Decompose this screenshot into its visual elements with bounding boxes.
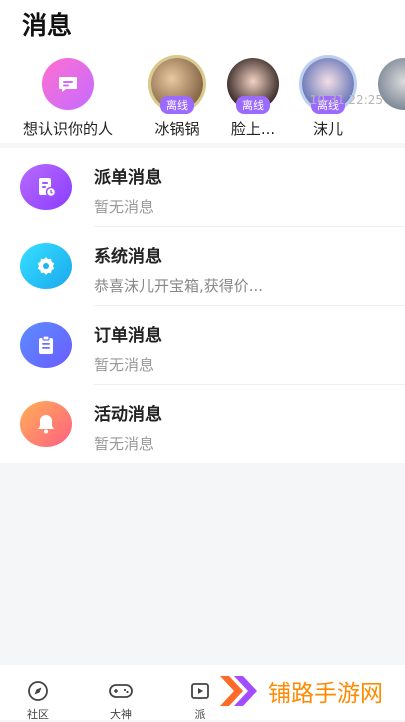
nav-item-gods[interactable]: 大神: [108, 679, 134, 722]
chat-bubble-icon: [42, 58, 94, 110]
people-item-want-to-know[interactable]: 想认识你的人: [14, 58, 122, 139]
nav-item-community[interactable]: 社区: [26, 679, 50, 722]
message-preview: 暂无消息: [94, 356, 155, 374]
message-preview: 暂无消息: [94, 198, 155, 216]
message-title: 活动消息: [94, 405, 162, 425]
message-preview: 暂无消息: [94, 435, 155, 453]
message-row-system[interactable]: 系统消息 恭喜沫儿开宝箱,获得价...: [0, 227, 405, 305]
page-title: 消息: [22, 11, 73, 40]
people-name: 冰锅锅: [154, 120, 200, 138]
message-title: 订单消息: [94, 326, 162, 346]
gamepad-icon: [109, 684, 133, 698]
nav-item-dispatch[interactable]: 派: [188, 679, 212, 722]
message-row-activity[interactable]: 活动消息 暂无消息: [0, 385, 405, 463]
dispatch-icon: [191, 683, 209, 699]
avatar: 离线: [151, 58, 203, 114]
people-item-user[interactable]: 离线 冰锅锅: [151, 58, 203, 139]
people-name: 沫儿: [312, 120, 343, 138]
people-name: 想认识你的人: [22, 120, 113, 138]
watermark: 铺路手游网: [218, 672, 383, 710]
bell-icon: [20, 401, 72, 447]
compass-icon: [28, 681, 48, 701]
offline-badge: 离线: [160, 96, 194, 114]
message-row-order[interactable]: 订单消息 暂无消息: [0, 306, 405, 384]
message-row-dispatch[interactable]: 派单消息 暂无消息: [0, 148, 405, 226]
clipboard-icon: [20, 322, 72, 368]
avatar: 离线: [227, 58, 279, 114]
document-clock-icon: [20, 164, 72, 210]
header-area: 消息 想认识你的人 离线 冰锅锅 离线 脸上... 离线 沫儿: [0, 0, 405, 143]
watermark-logo-icon: [220, 676, 257, 706]
message-title: 系统消息: [94, 247, 162, 267]
people-name: 脸上...: [230, 120, 276, 138]
message-preview: 恭喜沫儿开宝箱,获得价...: [94, 277, 264, 295]
message-title: 派单消息: [94, 168, 162, 188]
gear-icon: [20, 243, 72, 289]
message-time: 10-31 22:25: [309, 93, 383, 107]
offline-badge: 离线: [236, 96, 270, 114]
people-item-user[interactable]: 离线 脸上...: [227, 58, 279, 139]
message-list: 派单消息 暂无消息 系统消息 恭喜沫儿开宝箱,获得价... 订单消息 暂无消息 …: [0, 148, 405, 463]
watermark-text: 铺路手游网: [268, 681, 383, 707]
